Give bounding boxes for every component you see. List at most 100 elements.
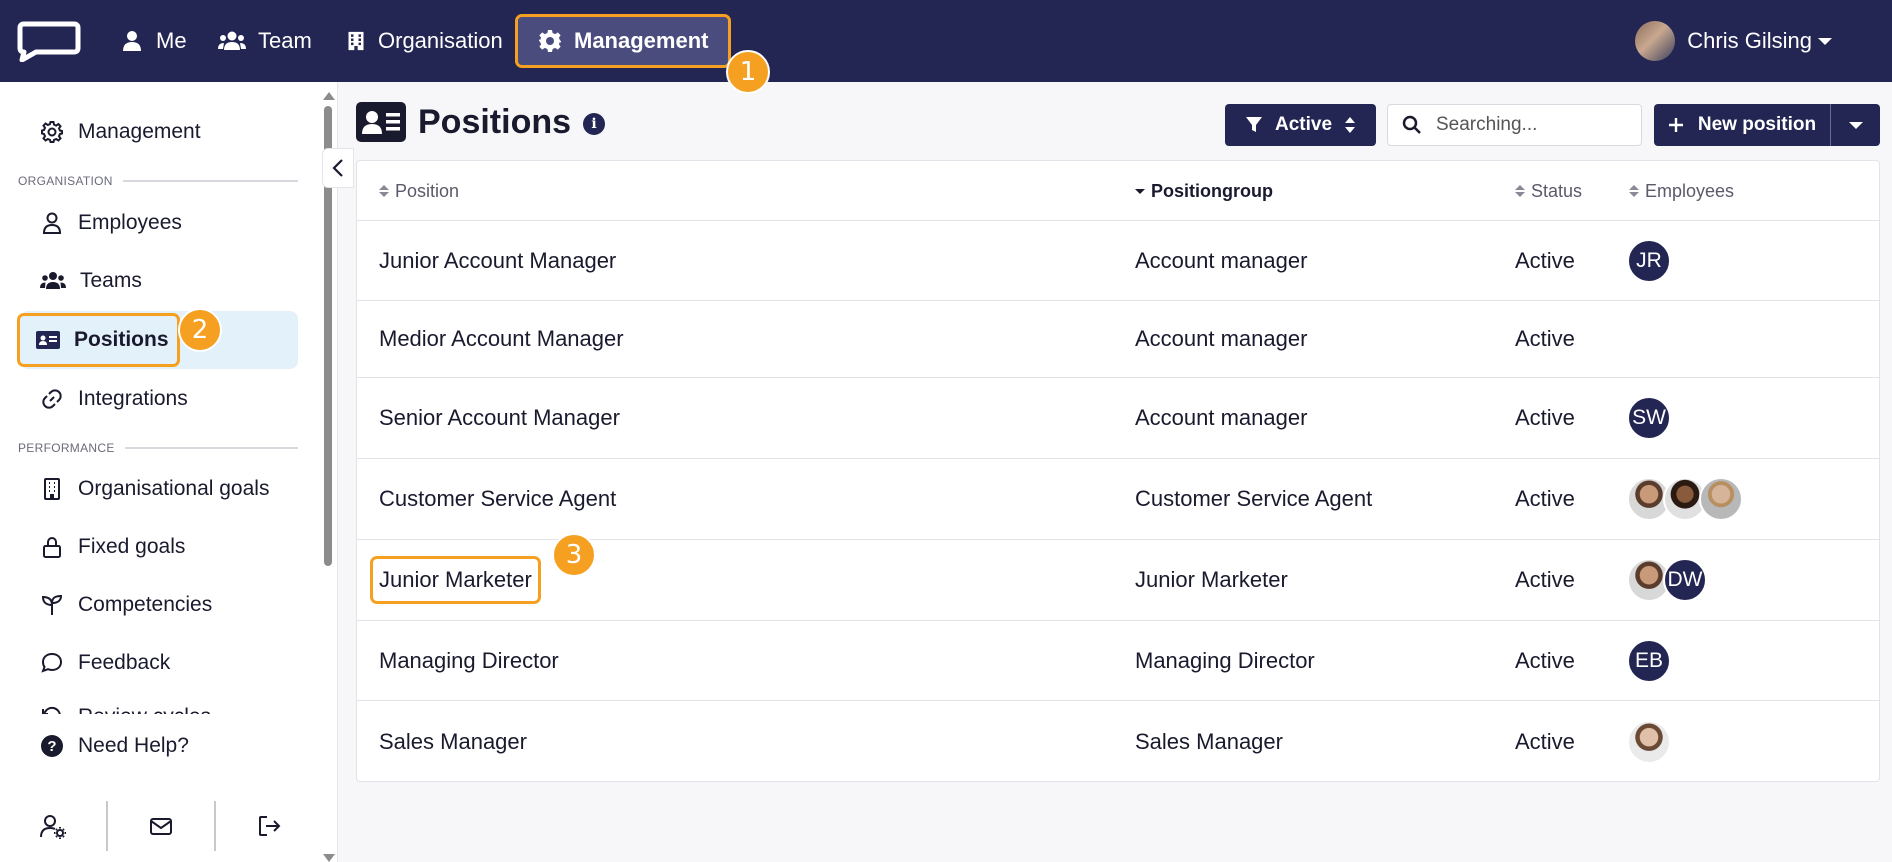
- app-logo[interactable]: [16, 18, 82, 62]
- cell-position: Junior Marketer: [370, 540, 541, 620]
- cell-position: Senior Account Manager: [379, 378, 620, 458]
- position-name[interactable]: Senior Account Manager: [379, 405, 620, 431]
- nav-me[interactable]: Me: [120, 0, 187, 82]
- user-settings-button[interactable]: [0, 801, 106, 851]
- sidebar-item-competencies[interactable]: Competencies: [20, 576, 298, 634]
- sidebar-item-label: Review cycles: [78, 705, 211, 714]
- page-title: Positions: [418, 102, 572, 141]
- filter-icon: [1245, 117, 1262, 132]
- user-menu[interactable]: Chris Gilsing: [1635, 0, 1832, 82]
- position-name[interactable]: Medior Account Manager: [379, 326, 624, 352]
- search-box: [1387, 104, 1642, 146]
- search-icon: [1402, 115, 1421, 134]
- new-position-dropdown[interactable]: [1830, 104, 1880, 146]
- cell-positiongroup: Account manager: [1135, 405, 1308, 430]
- sidebar-item-management[interactable]: Management: [20, 103, 298, 161]
- column-header-employees[interactable]: Employees: [1629, 161, 1734, 221]
- cell-status: Active: [1515, 326, 1575, 351]
- scroll-down-arrow[interactable]: [323, 854, 335, 862]
- sort-icon: [1629, 185, 1639, 197]
- sidebar-item-label: Feedback: [78, 651, 171, 674]
- nav-organisation[interactable]: Organisation: [346, 0, 503, 82]
- avatar[interactable]: EB: [1627, 638, 1671, 683]
- building-icon: [348, 31, 364, 51]
- sidebar-item-label: Positions: [74, 328, 169, 351]
- new-position-button[interactable]: New position: [1654, 104, 1830, 146]
- sidebar-item-review-cycles[interactable]: Review cycles: [20, 692, 298, 714]
- cell-positiongroup: Junior Marketer: [1135, 567, 1288, 592]
- table-row[interactable]: Medior Account Manager Account manager Act…: [357, 301, 1879, 378]
- sidebar-item-fixed-goals[interactable]: Fixed goals: [20, 518, 298, 576]
- sidebar-item-label: Competencies: [78, 593, 213, 616]
- sidebar: Management ORGANISATION Employees Teams …: [0, 82, 338, 862]
- chevron-down-icon: [1818, 37, 1832, 45]
- cell-employees: EB: [1627, 621, 1671, 700]
- column-header-status[interactable]: Status: [1515, 161, 1582, 221]
- sidebar-item-label: Integrations: [78, 387, 188, 410]
- avatar[interactable]: DW: [1663, 558, 1707, 602]
- avatar[interactable]: [1699, 477, 1743, 521]
- cell-position: Medior Account Manager: [379, 301, 624, 377]
- collapse-sidebar-button[interactable]: [322, 148, 354, 188]
- position-name[interactable]: Managing Director: [379, 648, 559, 674]
- table-row[interactable]: Customer Service Agent Customer Service A…: [357, 459, 1879, 540]
- avatar[interactable]: JR: [1627, 238, 1671, 283]
- step-badge-3: 3: [552, 533, 596, 577]
- users-icon: [218, 31, 246, 50]
- scroll-up-arrow[interactable]: [323, 92, 335, 100]
- nav-management-label: Management: [574, 28, 709, 53]
- sidebar-item-integrations[interactable]: Integrations: [20, 370, 298, 428]
- sort-icon: [379, 185, 389, 197]
- sidebar-item-employees[interactable]: Employees: [20, 194, 298, 252]
- logout-button[interactable]: [216, 801, 322, 851]
- messages-button[interactable]: [108, 801, 214, 851]
- table-row[interactable]: Senior Account Manager Account manager Act…: [357, 378, 1879, 459]
- user-name: Chris Gilsing: [1687, 28, 1812, 53]
- search-input[interactable]: [1436, 114, 1626, 136]
- gear-icon: [539, 30, 561, 52]
- new-position-label: New position: [1697, 114, 1817, 135]
- new-position-button-group: New position: [1654, 104, 1880, 146]
- column-header-position[interactable]: Position: [379, 161, 459, 221]
- cell-positiongroup: Account manager: [1135, 247, 1308, 273]
- cell-employees: DW: [1627, 540, 1707, 620]
- status-filter-button[interactable]: Active: [1225, 104, 1376, 146]
- sidebar-item-teams[interactable]: Teams: [20, 252, 298, 310]
- info-icon[interactable]: i: [583, 113, 606, 135]
- step-badge-1: 1: [726, 50, 770, 94]
- position-name[interactable]: Junior Account Manager: [379, 248, 616, 274]
- top-navigation-bar: Me Team Organisation Management Chris Gi…: [0, 0, 1892, 82]
- position-name[interactable]: Sales Manager: [379, 729, 527, 755]
- nav-team[interactable]: Team: [218, 0, 312, 82]
- sidebar-item-organisational-goals[interactable]: Organisational goals: [20, 460, 298, 518]
- cell-positiongroup: Sales Manager: [1135, 728, 1283, 754]
- need-help-link[interactable]: ? Need Help?: [20, 726, 298, 766]
- nav-me-label: Me: [156, 28, 187, 53]
- table-row[interactable]: Junior Account Manager Account manager Act…: [357, 221, 1879, 301]
- sidebar-item-feedback[interactable]: Feedback: [20, 634, 298, 692]
- help-circle-icon: ?: [41, 735, 63, 757]
- position-name[interactable]: Customer Service Agent: [379, 486, 616, 512]
- cell-employees: SW: [1627, 378, 1671, 458]
- column-header-positiongroup[interactable]: Positiongroup: [1135, 161, 1273, 221]
- sort-desc-icon: [1135, 188, 1145, 194]
- envelope-icon: [150, 818, 172, 835]
- svg-text:?: ?: [47, 738, 56, 755]
- plus-icon: [1668, 118, 1683, 132]
- nav-management[interactable]: Management: [514, 14, 732, 68]
- nav-team-label: Team: [258, 28, 312, 53]
- sidebar-item-positions[interactable]: Positions: [17, 311, 298, 369]
- avatar: [1635, 21, 1676, 61]
- filter-label: Active: [1274, 114, 1333, 135]
- nav-organisation-label: Organisation: [378, 28, 503, 53]
- table-row[interactable]: Managing Director Managing Director Active…: [357, 621, 1879, 701]
- need-help-label: Need Help?: [78, 734, 189, 757]
- position-name[interactable]: Junior Marketer: [370, 556, 541, 604]
- sidebar-scrollbar[interactable]: [323, 92, 335, 862]
- avatar[interactable]: [1627, 719, 1671, 764]
- lock-icon: [43, 537, 61, 558]
- section-performance: PERFORMANCE: [18, 441, 298, 455]
- page-header: Positions i: [356, 102, 606, 142]
- table-row[interactable]: Sales Manager Sales Manager Active: [357, 701, 1879, 782]
- avatar[interactable]: SW: [1627, 396, 1671, 440]
